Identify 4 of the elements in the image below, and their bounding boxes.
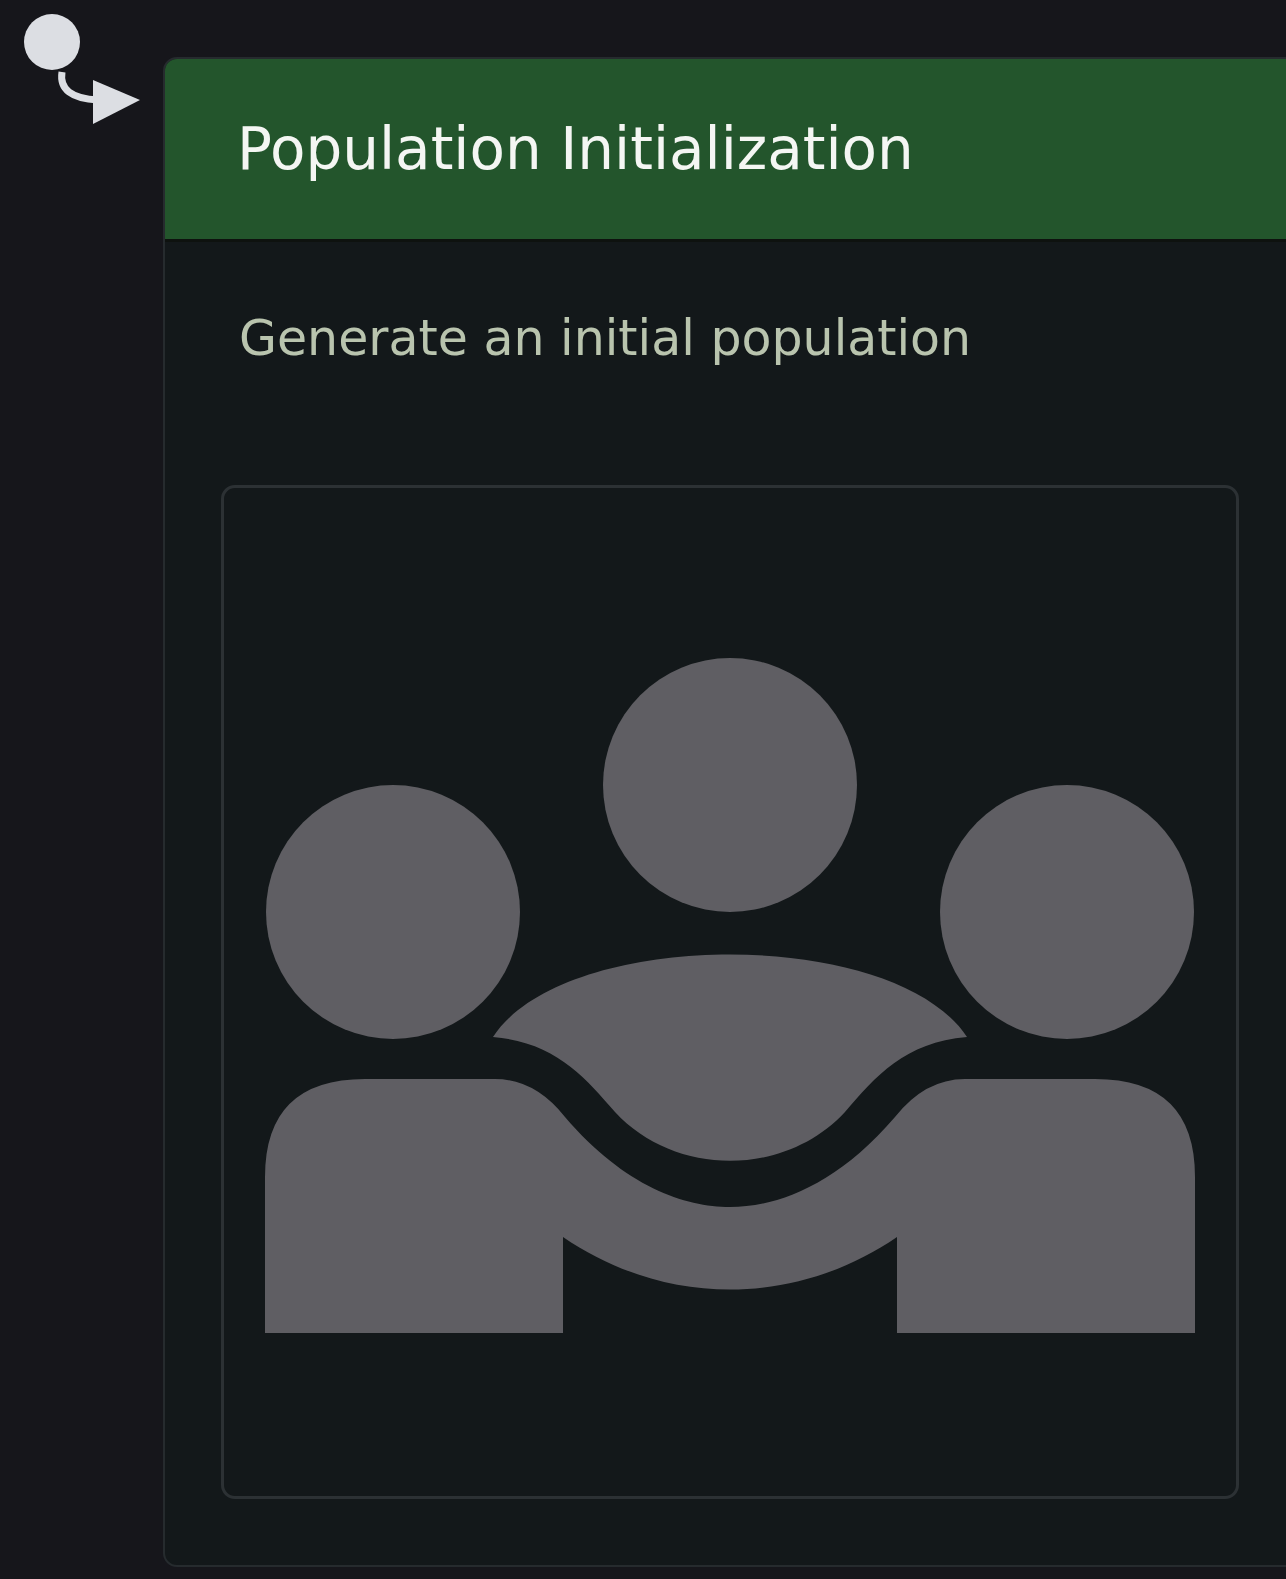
node-title: Population Initialization xyxy=(237,115,914,183)
people-icon xyxy=(265,657,1195,1333)
node-description: Generate an initial population xyxy=(239,310,973,367)
node-card[interactable]: Population Initialization Generate an initial population xyxy=(163,57,1286,1567)
